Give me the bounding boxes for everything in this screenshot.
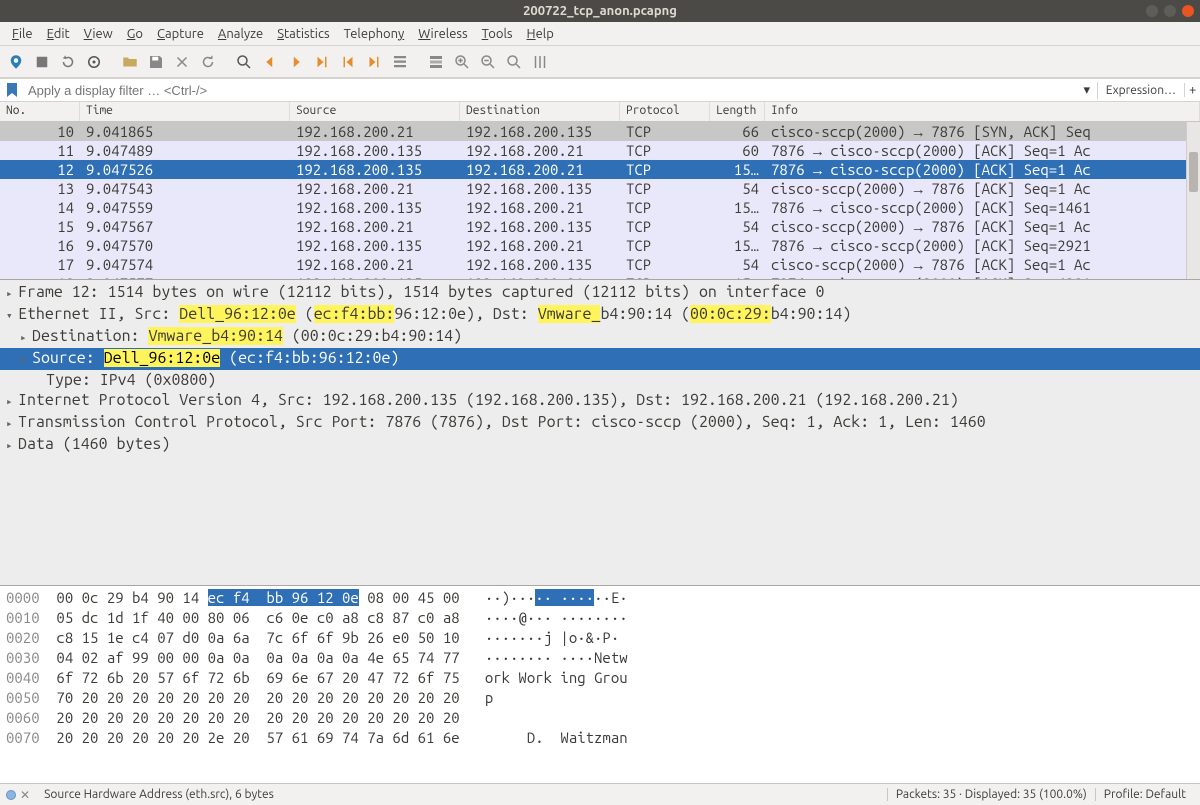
menu-help[interactable]: Help — [521, 25, 560, 43]
menu-edit[interactable]: Edit — [41, 25, 76, 43]
menu-tools[interactable]: Tools — [476, 25, 519, 43]
detail-ethernet[interactable]: Ethernet II, Src: Dell_96:12:0e (ec:f4:b… — [0, 304, 1200, 326]
go-first-button[interactable] — [336, 50, 360, 74]
detail-eth-source[interactable]: Source: Dell_96:12:0e (ec:f4:bb:96:12:0e… — [0, 348, 1200, 370]
save-file-button[interactable] — [144, 50, 168, 74]
go-last-button[interactable] — [362, 50, 386, 74]
window-titlebar: 200722_tcp_anon.pcapng — [0, 0, 1200, 22]
packet-row[interactable]: 159.047567192.168.200.21192.168.200.135T… — [0, 217, 1200, 236]
detail-tcp[interactable]: Transmission Control Protocol, Src Port:… — [0, 412, 1200, 434]
expert-info-icon[interactable] — [6, 790, 16, 800]
close-button[interactable] — [1182, 5, 1194, 17]
packet-row[interactable]: 149.047559192.168.200.135192.168.200.21T… — [0, 198, 1200, 217]
find-packet-button[interactable] — [232, 50, 256, 74]
col-header-length[interactable]: Length — [710, 102, 765, 121]
packet-row[interactable]: 139.047543192.168.200.21192.168.200.135T… — [0, 179, 1200, 198]
detail-eth-type[interactable]: Type: IPv4 (0x0800) — [0, 370, 1200, 390]
status-packet-count: Packets: 35 · Displayed: 35 (100.0%) — [887, 788, 1095, 801]
packet-list-scrollbar[interactable] — [1186, 122, 1200, 279]
filter-bookmark-icon[interactable] — [4, 82, 20, 98]
stop-capture-button[interactable] — [30, 50, 54, 74]
col-header-time[interactable]: Time — [80, 102, 290, 121]
display-filter-input[interactable] — [24, 81, 1077, 100]
packet-bytes-pane[interactable]: 0000 00 0c 29 b4 90 14 ec f4 bb 96 12 0e… — [0, 586, 1200, 783]
hex-row: 0010 05 dc 1d 1f 40 00 80 06 c6 0e c0 a8… — [6, 608, 1194, 628]
col-header-protocol[interactable]: Protocol — [620, 102, 710, 121]
filter-dropdown-icon[interactable]: ▾ — [1077, 83, 1097, 98]
open-file-button[interactable] — [118, 50, 142, 74]
maximize-button[interactable] — [1164, 5, 1176, 17]
col-header-destination[interactable]: Destination — [460, 102, 620, 121]
colorize-button[interactable] — [424, 50, 448, 74]
hex-row: 0020 c8 15 1e c4 07 d0 0a 6a 7c 6f 6f 9b… — [6, 628, 1194, 648]
zoom-reset-button[interactable] — [502, 50, 526, 74]
display-filter-bar: ▾ Expression… + — [0, 78, 1200, 102]
main-toolbar — [0, 46, 1200, 78]
status-profile[interactable]: Profile: Default — [1095, 788, 1194, 801]
packet-row[interactable]: 119.047489192.168.200.135192.168.200.21T… — [0, 141, 1200, 160]
packet-row[interactable]: 169.047570192.168.200.135192.168.200.21T… — [0, 236, 1200, 255]
hex-row: 0030 04 02 af 99 00 00 0a 0a 0a 0a 0a 0a… — [6, 648, 1194, 668]
menu-wireless[interactable]: Wireless — [412, 25, 473, 43]
status-bar: ✕ Source Hardware Address (eth.src), 6 b… — [0, 783, 1200, 805]
detail-frame[interactable]: Frame 12: 1514 bytes on wire (12112 bits… — [0, 282, 1200, 304]
hex-row: 0000 00 0c 29 b4 90 14 ec f4 bb 96 12 0e… — [6, 588, 1194, 608]
packet-details-pane[interactable]: Frame 12: 1514 bytes on wire (12112 bits… — [0, 280, 1200, 586]
resize-columns-button[interactable] — [528, 50, 552, 74]
col-header-no[interactable]: No. — [0, 102, 80, 121]
go-to-packet-button[interactable] — [310, 50, 334, 74]
menu-file[interactable]: File — [6, 25, 39, 43]
packet-list-body[interactable]: 109.041865192.168.200.21192.168.200.135T… — [0, 122, 1200, 279]
start-capture-button[interactable] — [4, 50, 28, 74]
packet-row[interactable]: 109.041865192.168.200.21192.168.200.135T… — [0, 122, 1200, 141]
menu-capture[interactable]: Capture — [151, 25, 210, 43]
detail-data[interactable]: Data (1460 bytes) — [0, 434, 1200, 456]
packet-row[interactable]: 179.047574192.168.200.21192.168.200.135T… — [0, 255, 1200, 274]
packet-row[interactable]: 189.047577192.168.200.135192.168.200.21T… — [0, 274, 1200, 279]
capture-options-button[interactable] — [82, 50, 106, 74]
close-file-button[interactable] — [170, 50, 194, 74]
menu-statistics[interactable]: Statistics — [271, 25, 335, 43]
col-header-info[interactable]: Info — [765, 102, 1200, 121]
restart-capture-button[interactable] — [56, 50, 80, 74]
zoom-in-button[interactable] — [450, 50, 474, 74]
go-back-button[interactable] — [258, 50, 282, 74]
expression-button[interactable]: Expression… — [1097, 82, 1184, 99]
reload-button[interactable] — [196, 50, 220, 74]
menu-analyze[interactable]: Analyze — [212, 25, 269, 43]
hex-row: 0040 6f 72 6b 20 57 6f 72 6b 69 6e 67 20… — [6, 668, 1194, 688]
menu-bar: File Edit View Go Capture Analyze Statis… — [0, 22, 1200, 46]
add-filter-button[interactable]: + — [1184, 83, 1200, 97]
window-title: 200722_tcp_anon.pcapng — [523, 4, 677, 18]
packet-list-header: No. Time Source Destination Protocol Len… — [0, 102, 1200, 122]
window-controls — [1146, 5, 1194, 17]
menu-go[interactable]: Go — [121, 25, 149, 43]
col-header-source[interactable]: Source — [290, 102, 460, 121]
auto-scroll-button[interactable] — [388, 50, 412, 74]
detail-eth-dest[interactable]: Destination: Vmware_b4:90:14 (00:0c:29:b… — [0, 326, 1200, 348]
hex-row: 0060 20 20 20 20 20 20 20 20 20 20 20 20… — [6, 708, 1194, 728]
menu-telephony[interactable]: Telephony — [338, 25, 411, 43]
cancel-icon[interactable]: ✕ — [20, 788, 30, 802]
status-field-info: Source Hardware Address (eth.src), 6 byt… — [36, 788, 282, 801]
hex-row: 0070 20 20 20 20 20 20 2e 20 57 61 69 74… — [6, 728, 1194, 748]
zoom-out-button[interactable] — [476, 50, 500, 74]
minimize-button[interactable] — [1146, 5, 1158, 17]
packet-row[interactable]: 129.047526192.168.200.135192.168.200.21T… — [0, 160, 1200, 179]
hex-row: 0050 70 20 20 20 20 20 20 20 20 20 20 20… — [6, 688, 1194, 708]
go-forward-button[interactable] — [284, 50, 308, 74]
packet-list-pane: No. Time Source Destination Protocol Len… — [0, 102, 1200, 280]
detail-ip[interactable]: Internet Protocol Version 4, Src: 192.16… — [0, 390, 1200, 412]
menu-view[interactable]: View — [78, 25, 119, 43]
